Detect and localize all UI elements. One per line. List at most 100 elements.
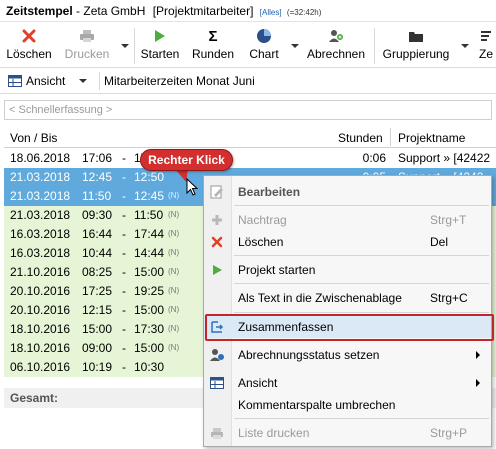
row-note-flag: (N)	[168, 229, 180, 238]
title-separator: -	[72, 4, 84, 18]
menu-separator	[234, 312, 489, 313]
table-view-icon	[209, 375, 225, 391]
row-time-separator: -	[122, 227, 126, 241]
column-header-von-bis[interactable]: Von / Bis	[10, 131, 57, 145]
menu-item-label: Bearbeiten	[238, 185, 301, 199]
row-time-separator: -	[122, 170, 126, 184]
start-button[interactable]: Starten	[138, 26, 182, 66]
row-note-flag: (N)	[168, 267, 180, 276]
submenu-arrow-icon	[476, 379, 480, 387]
chart-button-label: Chart	[249, 47, 279, 61]
column-header-stunden[interactable]: Stunden	[338, 131, 383, 145]
menu-item-kommentarspalte-umbrechen[interactable]: Kommentarspalte umbrechen	[204, 394, 491, 416]
menu-separator	[234, 205, 489, 206]
chart-button[interactable]: Chart	[244, 26, 284, 66]
row-date: 21.03.2018	[10, 208, 71, 222]
menu-item-shortcut: Strg+T	[430, 213, 467, 227]
row-end-time: 12:45	[134, 189, 165, 203]
row-start-time: 16:44	[82, 227, 113, 241]
print-button[interactable]: Drucken	[62, 26, 112, 66]
row-date: 18.06.2018	[10, 151, 71, 165]
menu-item-label: Liste drucken	[238, 426, 310, 440]
row-date: 21.03.2018	[10, 189, 71, 203]
row-start-time: 11:50	[82, 189, 112, 203]
edit-icon	[209, 184, 225, 200]
user-role: [Projektmitarbeiter]	[152, 4, 254, 18]
start-button-label: Starten	[140, 47, 180, 61]
print-dropdown-arrow[interactable]	[121, 44, 129, 48]
round-button[interactable]: Σ Runden	[188, 26, 238, 66]
grouping-dropdown-arrow[interactable]	[461, 44, 469, 48]
row-time-separator: -	[122, 284, 126, 298]
row-note-flag: (N)	[168, 286, 180, 295]
row-end-time: 14:44	[134, 246, 165, 260]
billing-button[interactable]: Abrechnen	[306, 26, 366, 66]
sort-button[interactable]: Ze	[476, 26, 496, 66]
right-click-callout: Rechter Klick	[140, 149, 233, 171]
view-bar: Ansicht Mitarbeiterzeiten Monat Juni	[0, 68, 496, 94]
row-end-time: 11:50	[134, 208, 164, 222]
row-time-separator: -	[122, 208, 126, 222]
round-button-label: Runden	[191, 47, 235, 61]
row-note-flag: (N)	[168, 248, 180, 257]
quick-entry-input[interactable]: < Schnellerfassung >	[4, 100, 492, 120]
menu-item-bearbeiten[interactable]: Bearbeiten	[204, 181, 491, 203]
menu-separator	[234, 255, 489, 256]
mouse-cursor-icon	[186, 178, 198, 196]
billing-button-label: Abrechnen	[306, 47, 366, 61]
row-end-time: 15:00	[134, 265, 165, 279]
billing-status-icon	[209, 347, 225, 363]
row-start-time: 10:19	[82, 360, 113, 374]
menu-item-label: Nachtrag	[238, 213, 287, 227]
row-date: 16.03.2018	[10, 246, 71, 260]
menu-separator	[234, 418, 489, 419]
print-button-label: Drucken	[64, 47, 110, 61]
row-date: 20.10.2016	[10, 303, 71, 317]
menu-item-label: Als Text in die Zwischenablage	[238, 291, 402, 305]
menu-item-liste-drucken[interactable]: Liste drucken Strg+P	[204, 422, 491, 444]
column-header-projekt[interactable]: Projektname	[398, 131, 465, 145]
row-end-time: 15:00	[134, 341, 165, 355]
row-start-time: 12:45	[82, 170, 113, 184]
filter-indicator[interactable]: [Alles]	[260, 8, 282, 17]
row-date: 18.10.2016	[10, 341, 71, 355]
grouping-button[interactable]: Gruppierung	[380, 26, 452, 66]
printer-icon	[209, 425, 225, 441]
submenu-arrow-icon	[476, 351, 480, 359]
chart-dropdown-arrow[interactable]	[291, 44, 299, 48]
play-icon	[155, 30, 165, 42]
context-menu: Bearbeiten Nachtrag Strg+T Löschen Del Projek…	[203, 175, 494, 447]
row-note-flag: (N)	[168, 324, 180, 333]
menu-item-shortcut: Strg+C	[430, 291, 468, 305]
row-time-separator: -	[122, 265, 126, 279]
highlight-frame	[205, 314, 494, 341]
menu-item-als-text-in-die-zwischenablage[interactable]: Als Text in die Zwischenablage Strg+C	[204, 287, 491, 309]
menu-item-label: Ansicht	[238, 376, 278, 390]
row-note-flag: (N)	[168, 343, 180, 352]
folder-icon	[409, 32, 423, 42]
menu-item-nachtrag[interactable]: Nachtrag Strg+T	[204, 209, 491, 231]
row-date: 20.10.2016	[10, 284, 71, 298]
row-start-time: 09:30	[82, 208, 113, 222]
row-start-time: 09:00	[82, 341, 113, 355]
row-time-separator: -	[122, 189, 126, 203]
row-time-separator: -	[122, 151, 126, 165]
view-selector-button[interactable]: Ansicht	[8, 72, 88, 90]
menu-item-ansicht[interactable]: Ansicht	[204, 372, 491, 394]
ribbon-toolbar: Löschen Drucken Starten Σ Runden Chart A…	[0, 22, 496, 68]
table-row[interactable]: 18.06.201817:0617:120:06Support » [42422…	[4, 149, 496, 168]
row-start-time: 10:44	[82, 246, 113, 260]
menu-item-löschen[interactable]: Löschen Del	[204, 231, 491, 253]
delete-button[interactable]: Löschen	[6, 26, 52, 66]
column-divider[interactable]	[390, 128, 391, 146]
sort-button-label: Ze	[478, 47, 493, 61]
view-dropdown-arrow[interactable]	[79, 79, 88, 83]
plus-icon	[209, 212, 225, 228]
row-end-time: 10:30	[134, 360, 165, 374]
menu-item-abrechnungsstatus-setzen[interactable]: Abrechnungsstatus setzen	[204, 344, 491, 366]
menu-item-projekt-starten[interactable]: Projekt starten	[204, 259, 491, 281]
row-end-time: 19:25	[134, 284, 165, 298]
sigma-icon: Σ	[208, 27, 218, 45]
row-start-time: 17:25	[82, 284, 113, 298]
row-note-flag: (N)	[168, 191, 180, 200]
